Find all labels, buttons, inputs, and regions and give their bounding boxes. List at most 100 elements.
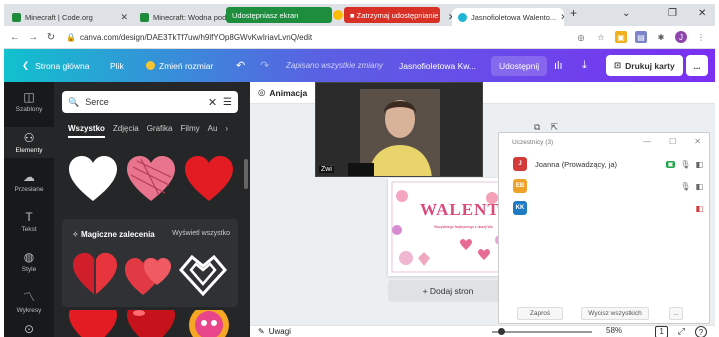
puzzle-icon[interactable]: ✱	[655, 31, 667, 43]
zoom-level[interactable]: 58%	[606, 326, 622, 335]
invite-button[interactable]: Zaproś	[517, 307, 563, 320]
url-field[interactable]: 🔒 canva.com/design/DAE3TkTf7uw/h9lfYOp8G…	[66, 33, 312, 42]
mute-all-button[interactable]: Wycisz wszystkich	[581, 307, 649, 320]
screen-share-indicator: Udostępniasz ekran	[226, 7, 332, 23]
participant-row[interactable]: KK ◧	[513, 201, 703, 215]
sidebar-item-charts[interactable]: 〽 Wykresy	[4, 288, 54, 314]
star-icon[interactable]: ☆	[595, 31, 607, 43]
forward-icon[interactable]: →	[26, 32, 40, 43]
participant-row[interactable]: J Joanna (Prowadzący, ja) ▣ 🎙 ◧	[513, 157, 703, 171]
heart-white-element[interactable]	[66, 152, 120, 206]
redo-icon[interactable]: ↷	[260, 49, 269, 82]
close-icon[interactable]: ✕	[560, 12, 564, 23]
print-cards-button[interactable]: ⊡ Drukuj karty	[606, 55, 683, 76]
tab-label: Minecraft: Wodna podró...	[153, 12, 234, 22]
sidebar-item-elements[interactable]: ⚇ Elementy	[4, 127, 54, 158]
page-count-button[interactable]: 1	[655, 326, 668, 337]
magic-title-label: Magiczne zalecenia	[80, 230, 155, 239]
heart-icon	[69, 310, 117, 337]
heart-split-element[interactable]	[68, 247, 122, 301]
stop-sharing-button[interactable]: ■ Zatrzymaj udostępnianie	[344, 7, 440, 23]
home-link[interactable]: ❮ Strona główna	[22, 49, 89, 82]
menu-dots-icon[interactable]: ⋮	[695, 31, 707, 43]
tab-graphics[interactable]: Grafika	[147, 124, 173, 138]
camera-icon[interactable]: ◧	[695, 182, 703, 191]
window-restore-icon[interactable]: ❐	[668, 8, 677, 19]
heart-glossy-element[interactable]	[124, 310, 178, 337]
template-icon: ◫	[23, 90, 35, 104]
heart-outline-element[interactable]	[176, 247, 230, 301]
category-tabs: Wszystko Zdjęcia Grafika Filmy Au ›	[68, 124, 228, 138]
filter-icon[interactable]: ☰	[223, 97, 232, 108]
participants-more-button[interactable]: ...	[669, 307, 683, 320]
heart-red-element[interactable]	[182, 152, 236, 206]
help-button[interactable]: ?	[695, 326, 707, 337]
footer-buttons: 1 ⤢ ?	[655, 326, 707, 337]
fullscreen-icon[interactable]: ⤢	[678, 326, 685, 337]
insights-icon[interactable]: ılı	[554, 49, 563, 82]
heart-icon	[127, 156, 175, 201]
sidebar-item-templates[interactable]: ◫ Szablony	[4, 90, 54, 113]
tab-minecraft-codeorg[interactable]: Minecraft | Code.org ✕	[6, 8, 134, 26]
print-label: Drukuj karty	[625, 60, 675, 71]
sidebar-item-more[interactable]: ⊙	[4, 322, 54, 337]
participant-row[interactable]: EB 🎙 ◧	[513, 179, 703, 193]
tab-minecraft-wodna[interactable]: Minecraft: Wodna podró...	[134, 8, 234, 26]
sparkle-icon: ✧	[72, 230, 81, 239]
tab-all[interactable]: Wszystko	[68, 124, 105, 138]
animation-button[interactable]: Animacja	[269, 88, 307, 98]
sidebar-item-text[interactable]: T Tekst	[4, 210, 54, 233]
more-options-button[interactable]: ...	[686, 55, 708, 76]
extension-icon[interactable]: ▣	[615, 31, 627, 43]
maximize-icon[interactable]: ☐	[669, 137, 676, 146]
sidebar-item-label: Elementy	[15, 147, 43, 154]
design-page[interactable]: WALENTY Wszystkiego Najlepszego z okazji…	[388, 178, 508, 276]
tab-canva[interactable]: Jasnofioletowa Walento... ✕	[452, 8, 564, 26]
camera-off-icon[interactable]: ◧	[695, 204, 703, 213]
search-input[interactable]: 🔍 Serce ✕ ☰	[62, 91, 238, 113]
tab-videos[interactable]: Filmy	[181, 124, 200, 138]
resize-button[interactable]: Zmień rozmiar	[146, 49, 213, 82]
design-subtitle: Wszystkiego Najlepszego z okazji Wa	[434, 225, 493, 229]
chevron-right-icon[interactable]: ›	[225, 124, 228, 138]
participant-controls: ◧	[695, 204, 703, 213]
new-tab-button[interactable]: +	[570, 6, 577, 20]
chevron-down-icon[interactable]: ⌄	[622, 8, 630, 19]
close-icon[interactable]: ✕	[120, 12, 128, 23]
download-icon[interactable]: ⤓	[582, 49, 587, 82]
file-menu[interactable]: Plik	[110, 49, 124, 82]
avatar: EB	[513, 179, 527, 193]
tab-audio[interactable]: Au	[208, 124, 218, 138]
camera-icon[interactable]: ◧	[695, 160, 703, 169]
heart-scribble-element[interactable]	[124, 152, 178, 206]
screenshot-icon[interactable]: ◎	[575, 31, 587, 43]
microphone-icon[interactable]: 🎙	[680, 182, 690, 191]
share-button[interactable]: Udostępnij	[491, 55, 548, 76]
search-value: Serce	[85, 97, 109, 107]
tab-photos[interactable]: Zdjęcia	[113, 124, 139, 138]
profile-avatar[interactable]: J	[675, 31, 687, 43]
heart-face-element[interactable]	[182, 310, 236, 337]
extension-icon[interactable]: ▤	[635, 31, 647, 43]
microphone-icon[interactable]: 🎙	[680, 160, 690, 169]
minimize-icon[interactable]: —	[643, 137, 651, 146]
undo-icon[interactable]: ↶	[236, 49, 245, 82]
close-icon[interactable]: ✕	[694, 137, 701, 146]
see-all-link[interactable]: Wyświetl wszystko	[172, 230, 230, 237]
design-title[interactable]: Jasnofioletowa Kw...	[399, 49, 476, 82]
window-close-icon[interactable]: ✕	[698, 8, 706, 19]
add-page-button[interactable]: + Dodaj stron	[388, 280, 508, 302]
notes-button[interactable]: Uwagi	[269, 327, 291, 336]
sidebar-item-uploads[interactable]: ☁ Przesłane	[4, 170, 54, 193]
heart-red-element[interactable]	[66, 310, 120, 337]
zoom-slider-handle[interactable]	[498, 328, 505, 335]
panel-scrollbar[interactable]	[244, 159, 248, 189]
tab-label: Jasnofioletowa Walento...	[471, 12, 557, 22]
upload-icon: ☁	[23, 170, 35, 184]
back-icon[interactable]: ←	[8, 32, 22, 43]
clear-icon[interactable]: ✕	[208, 96, 217, 109]
zoom-slider[interactable]	[492, 331, 592, 333]
sidebar-item-styles[interactable]: ◍ Style	[4, 250, 54, 273]
reload-icon[interactable]: ↻	[44, 32, 58, 43]
hearts-pair-element[interactable]	[122, 247, 176, 301]
